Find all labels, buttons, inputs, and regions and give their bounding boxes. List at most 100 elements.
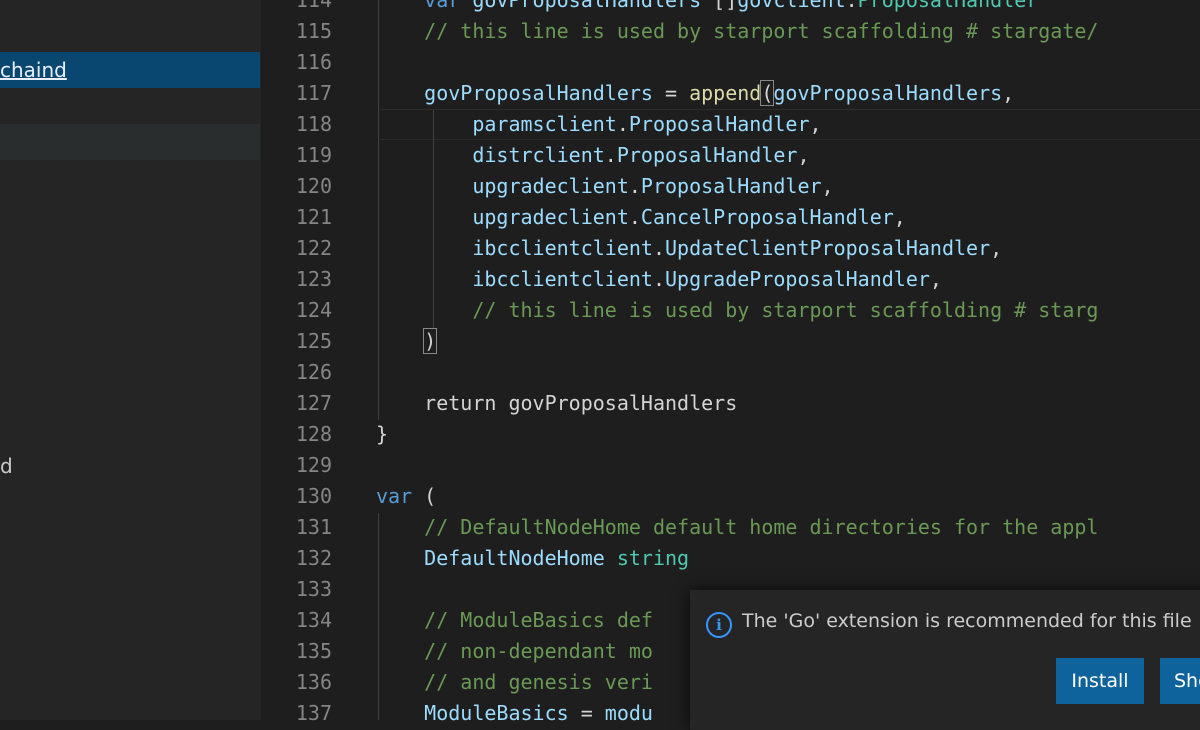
line-code: ModuleBasics = modu — [376, 698, 653, 729]
line-number: 137 — [295, 701, 332, 725]
code-token: . — [652, 267, 665, 291]
line-code: // DefaultNodeHome default home director… — [376, 512, 1098, 543]
line-number: 136 — [295, 670, 332, 694]
code-token: upgradeclient — [472, 205, 629, 229]
code-token: CancelProposalHandler — [640, 205, 894, 229]
code-line[interactable]: 122 ibcclientclient.UpdateClientProposal… — [262, 233, 1200, 264]
line-number: 128 — [295, 422, 332, 446]
code-token: // DefaultNodeHome default home director… — [424, 515, 1099, 539]
line-number: 129 — [295, 453, 332, 477]
code-token: = — [568, 701, 605, 725]
code-line[interactable]: 129 — [262, 450, 1200, 481]
line-code: DefaultNodeHome string — [376, 543, 689, 574]
code-token: , — [1002, 81, 1015, 105]
code-line[interactable]: 128} — [262, 419, 1200, 450]
code-line[interactable]: 125 ) — [262, 326, 1200, 357]
code-token: string — [616, 546, 690, 570]
line-code: ibcclientclient.UpgradeProposalHandler, — [376, 264, 942, 295]
line-number: 122 — [295, 236, 332, 260]
code-line[interactable]: 126 — [262, 357, 1200, 388]
line-number: 133 — [295, 577, 332, 601]
line-number: 127 — [295, 391, 332, 415]
code-token: govclient — [737, 0, 846, 12]
code-token: ProposalHandler — [857, 0, 1039, 12]
code-token: // this line is used by starport scaffol… — [424, 19, 1099, 43]
code-token: ) — [423, 328, 438, 354]
line-number: 131 — [295, 515, 332, 539]
code-token: ( — [412, 484, 437, 508]
line-number: 121 — [295, 205, 332, 229]
line-code: ) — [376, 326, 438, 357]
code-line[interactable]: 119 distrclient.ProposalHandler, — [262, 140, 1200, 171]
toast-message: The 'Go' extension is recommended for th… — [742, 610, 1192, 632]
code-token: . — [845, 0, 858, 12]
code-line[interactable]: 127 return govProposalHandlers — [262, 388, 1200, 419]
line-code: // this line is used by starport scaffol… — [376, 295, 1098, 326]
code-line[interactable]: 114 var govProposalHandlers []govclient.… — [262, 0, 1200, 16]
code-token: , — [809, 112, 822, 136]
explorer-item-d[interactable]: d — [0, 448, 260, 484]
code-token: return — [424, 391, 497, 415]
explorer-item-label: chaind — [0, 58, 67, 82]
line-code: // ModuleBasics def — [376, 605, 653, 636]
explorer-sidebar: chaind d — [0, 0, 262, 720]
line-number: 135 — [295, 639, 332, 663]
code-line[interactable]: 124 // this line is used by starport sca… — [262, 295, 1200, 326]
code-token: // and genesis veri — [424, 670, 653, 694]
line-number: 119 — [295, 143, 332, 167]
code-line[interactable]: 123 ibcclientclient.UpgradeProposalHandl… — [262, 264, 1200, 295]
code-token: ibcclientclient — [472, 267, 653, 291]
code-line[interactable]: 115 // this line is used by starport sca… — [262, 16, 1200, 47]
line-code: // this line is used by starport scaffol… — [376, 16, 1098, 47]
code-token: . — [652, 236, 665, 260]
code-token: , — [821, 174, 834, 198]
line-code: return govProposalHandlers — [376, 388, 737, 419]
code-token: distrclient — [472, 143, 605, 167]
install-button[interactable]: Install — [1056, 658, 1144, 704]
code-line[interactable]: 131 // DefaultNodeHome default home dire… — [262, 512, 1200, 543]
show-recommendations-button[interactable]: Sho — [1160, 658, 1200, 704]
code-token: govProposalHandlers — [508, 391, 738, 415]
code-token: govProposalHandlers — [424, 81, 653, 105]
code-token: upgradeclient — [472, 174, 629, 198]
code-token: } — [376, 422, 389, 446]
code-token: var — [376, 484, 413, 508]
line-code: ibcclientclient.UpdateClientProposalHand… — [376, 233, 1002, 264]
code-line[interactable]: 132 DefaultNodeHome string — [262, 543, 1200, 574]
line-number: 125 — [295, 329, 332, 353]
code-token: ibcclientclient — [472, 236, 653, 260]
explorer-item-chaind[interactable]: chaind — [0, 52, 260, 88]
code-token: append — [689, 81, 762, 105]
line-number: 118 — [295, 112, 332, 136]
line-number: 115 — [295, 19, 332, 43]
code-line[interactable]: 130 var ( — [262, 481, 1200, 512]
line-number: 123 — [295, 267, 332, 291]
code-token: , — [893, 205, 906, 229]
explorer-item-hovered[interactable] — [0, 124, 260, 160]
line-number: 114 — [295, 0, 332, 12]
code-line[interactable]: 121 upgradeclient.CancelProposalHandler, — [262, 202, 1200, 233]
code-token: , — [929, 267, 942, 291]
code-token: = — [652, 81, 690, 105]
code-token: modu — [604, 701, 653, 725]
code-line[interactable]: 117 govProposalHandlers = append(govProp… — [262, 78, 1200, 109]
line-number: 117 — [295, 81, 332, 105]
code-line[interactable]: 116 — [262, 47, 1200, 78]
code-line[interactable]: 120 upgradeclient.ProposalHandler, — [262, 171, 1200, 202]
line-code: } — [376, 419, 388, 450]
line-code: paramsclient.ProposalHandler, — [376, 109, 822, 140]
code-line[interactable]: 118 paramsclient.ProposalHandler, — [262, 109, 1200, 140]
line-number: 132 — [295, 546, 332, 570]
